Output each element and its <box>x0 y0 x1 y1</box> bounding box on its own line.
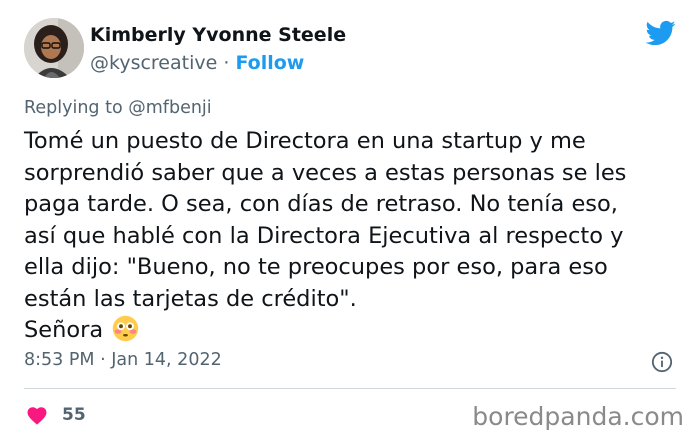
author-handle[interactable]: @kyscreative <box>90 52 217 74</box>
tweet-card: Kimberly Yvonne Steele @kyscreative · Fo… <box>0 0 700 442</box>
like-count: 55 <box>62 405 86 425</box>
author-display-name[interactable]: Kimberly Yvonne Steele <box>90 24 346 46</box>
tweet-text-line: Señora <box>24 317 104 343</box>
follow-button[interactable]: Follow <box>235 52 304 74</box>
tweet-text: Tomé un puesto de Directora en una start… <box>24 126 684 347</box>
heart-icon <box>27 407 47 425</box>
replying-to-handle[interactable]: @mfbenji <box>128 98 211 118</box>
watermark: boredpanda.com <box>472 402 684 431</box>
tweet-timestamp[interactable]: 8:53 PM · Jan 14, 2022 <box>24 350 222 370</box>
twitter-bird-icon[interactable] <box>644 18 678 48</box>
tweet-date: Jan 14, 2022 <box>111 350 222 370</box>
author-handle-row: @kyscreative · Follow <box>90 52 304 74</box>
flushed-face-emoji <box>113 315 139 342</box>
tweet-text-line: están las tarjetas de crédito". <box>24 285 357 312</box>
handle-separator: · <box>223 52 230 74</box>
replying-to-label: Replying to <box>24 98 123 118</box>
timestamp-separator: · <box>100 350 106 370</box>
like-button[interactable]: 55 <box>26 402 86 428</box>
info-icon[interactable] <box>651 351 673 373</box>
tweet-text-last-line: Señora <box>24 315 684 347</box>
tweet-text-line: paga tarde. O sea, con días de retraso. … <box>24 191 618 217</box>
divider <box>24 388 676 389</box>
avatar[interactable] <box>24 18 84 78</box>
replying-to: Replying to @mfbenji <box>24 98 212 118</box>
tweet-text-line: así que hablé con la Directora Ejecutiva… <box>24 222 624 249</box>
tweet-text-line: sorprendió saber que a veces a estas per… <box>24 159 627 186</box>
tweet-text-line: ella dijo: "Bueno, no te preocupes por e… <box>24 254 608 280</box>
tweet-time: 8:53 PM <box>24 350 95 370</box>
tweet-text-line: Tomé un puesto de Directora en una start… <box>24 128 586 154</box>
